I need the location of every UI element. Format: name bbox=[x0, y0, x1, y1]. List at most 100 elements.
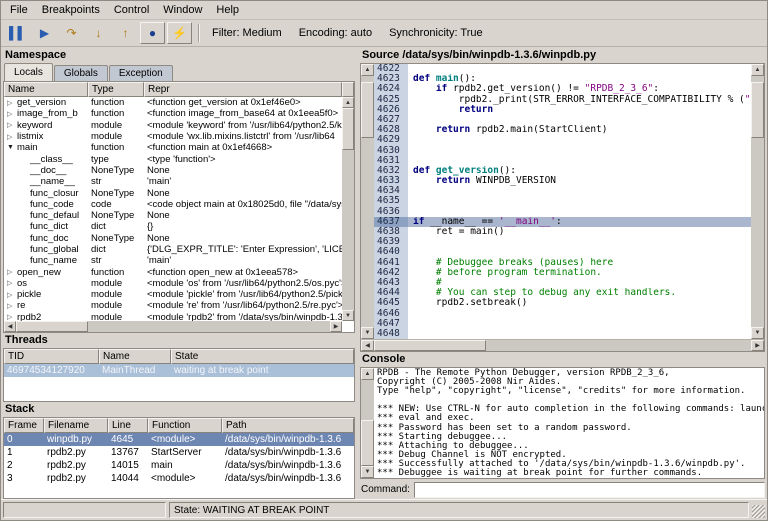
namespace-row[interactable]: re module <module 're' from '/usr/lib64/py… bbox=[4, 300, 342, 311]
scroll-down-icon[interactable] bbox=[361, 327, 374, 339]
namespace-row[interactable]: __name__ str 'main' bbox=[4, 176, 342, 187]
step-over-button[interactable]: ↷ bbox=[59, 22, 84, 44]
exception-button[interactable]: ⚡ bbox=[167, 22, 192, 44]
column-header-type[interactable]: Type bbox=[88, 82, 144, 97]
source-hscrollbar[interactable] bbox=[360, 339, 765, 352]
menu-item-window[interactable]: Window bbox=[156, 2, 209, 18]
namespace-row[interactable]: func_closur NoneType None bbox=[4, 187, 342, 199]
menu-item-help[interactable]: Help bbox=[209, 2, 246, 18]
namespace-row[interactable]: func_global dict {'DLG_EXPR_TITLE': 'Enter… bbox=[4, 244, 342, 255]
tree-collapsed-icon[interactable] bbox=[7, 268, 17, 276]
namespace-row[interactable]: func_doc NoneType None bbox=[4, 233, 342, 244]
menu-item-file[interactable]: File bbox=[3, 2, 35, 18]
scrollbar-thumb[interactable] bbox=[361, 82, 374, 138]
column-header-name[interactable]: Name bbox=[99, 349, 171, 364]
tree-collapsed-icon[interactable] bbox=[7, 291, 17, 299]
namespace-row[interactable]: func_name str 'main' bbox=[4, 255, 342, 266]
cell-path: /data/sys/bin/winpdb-1.3.6 bbox=[225, 447, 342, 458]
namespace-row[interactable]: func_code code <code object main at 0x1802… bbox=[4, 199, 342, 210]
namespace-row[interactable]: pickle module <module 'pickle' from '/usr/… bbox=[4, 289, 342, 300]
tree-collapsed-icon[interactable] bbox=[7, 99, 17, 107]
encoding-toggle-button[interactable]: Encoding: auto bbox=[295, 27, 385, 39]
scroll-right-icon[interactable] bbox=[751, 340, 764, 351]
scrollbar-thumb[interactable] bbox=[342, 108, 354, 150]
namespace-row[interactable]: os module <module 'os' from '/usr/lib64/py… bbox=[4, 278, 342, 289]
resize-grip[interactable] bbox=[752, 505, 765, 518]
thread-row[interactable]: 46974534127920 MainThread waiting at break… bbox=[4, 364, 354, 377]
step-out-button[interactable]: ↑ bbox=[113, 22, 138, 44]
stack-row[interactable]: 0 winpdb.py 4645 <module> /data/sys/bin/winp… bbox=[4, 433, 354, 446]
console-output[interactable]: RPDB - The Remote Python Debugger, versi… bbox=[374, 368, 764, 478]
tree-collapsed-icon[interactable] bbox=[7, 133, 17, 141]
tree-collapsed-icon[interactable] bbox=[7, 110, 17, 118]
tab-globals[interactable]: Globals bbox=[53, 65, 108, 81]
namespace-row[interactable]: __class__ type <type 'function'> bbox=[4, 153, 342, 165]
tree-collapsed-icon[interactable] bbox=[7, 313, 17, 321]
scrollbar-track[interactable] bbox=[361, 380, 374, 466]
scrollbar-track[interactable] bbox=[374, 340, 751, 351]
source-lines[interactable]: 4622 4623 def main(): 4624 if rpdb2.get_ver… bbox=[374, 64, 751, 339]
column-header-function[interactable]: Function bbox=[148, 418, 222, 433]
scrollbar-track[interactable] bbox=[751, 76, 764, 327]
tab-exception[interactable]: Exception bbox=[108, 65, 173, 81]
tree-collapsed-icon[interactable] bbox=[7, 302, 17, 310]
tree-collapsed-icon[interactable] bbox=[7, 121, 17, 129]
namespace-row[interactable]: get_version function <function get_version… bbox=[4, 97, 342, 108]
column-header-repr[interactable]: Repr bbox=[144, 82, 342, 97]
scroll-up-icon[interactable] bbox=[361, 64, 374, 76]
console-scrollbar[interactable] bbox=[361, 368, 374, 478]
scrollbar-track[interactable] bbox=[342, 108, 354, 310]
toggle-breakpoint-button[interactable]: ● bbox=[140, 22, 165, 44]
scrollbar-thumb[interactable] bbox=[361, 420, 374, 466]
scroll-left-icon[interactable] bbox=[361, 340, 374, 351]
scroll-up-icon[interactable] bbox=[361, 368, 374, 380]
scrollbar-thumb[interactable] bbox=[374, 340, 486, 351]
stack-row[interactable]: 3 rpdb2.py 14044 <module> /data/sys/bin/winp… bbox=[4, 472, 354, 485]
tab-locals[interactable]: Locals bbox=[4, 63, 53, 81]
namespace-row[interactable]: func_dict dict {} bbox=[4, 221, 342, 232]
scroll-up-icon[interactable] bbox=[751, 64, 764, 76]
namespace-row[interactable]: keyword module <module 'keyword' from '/us… bbox=[4, 120, 342, 131]
cell-frame: 0 bbox=[7, 434, 13, 445]
synchronicity-toggle-button[interactable]: Synchronicity: True bbox=[385, 27, 496, 39]
column-header-filename[interactable]: Filename bbox=[44, 418, 108, 433]
namespace-row[interactable]: listmix module <module 'wx.lib.mixins.list… bbox=[4, 131, 342, 142]
scroll-down-icon[interactable] bbox=[361, 466, 374, 478]
go-button[interactable]: ▶ bbox=[32, 22, 57, 44]
filter-toggle-button[interactable]: Filter: Medium bbox=[208, 27, 295, 39]
scroll-right-icon[interactable] bbox=[330, 321, 342, 332]
column-header-frame[interactable]: Frame bbox=[4, 418, 44, 433]
scroll-left-icon[interactable] bbox=[4, 321, 16, 332]
scroll-down-icon[interactable] bbox=[342, 310, 354, 321]
scrollbar-track[interactable] bbox=[361, 76, 374, 327]
source-right-scrollbar[interactable] bbox=[751, 64, 764, 339]
namespace-row[interactable]: func_defaul NoneType None bbox=[4, 210, 342, 221]
scrollbar-thumb[interactable] bbox=[16, 321, 88, 332]
namespace-vscrollbar[interactable] bbox=[342, 97, 354, 321]
namespace-row[interactable]: main function <function main at 0x1ef4668> bbox=[4, 142, 342, 153]
scrollbar-thumb[interactable] bbox=[751, 82, 764, 138]
menu-item-control[interactable]: Control bbox=[107, 2, 156, 18]
column-header-state[interactable]: State bbox=[171, 349, 354, 364]
command-input[interactable] bbox=[413, 481, 765, 498]
break-button[interactable]: ▌▌ bbox=[5, 22, 30, 44]
namespace-hscrollbar[interactable] bbox=[4, 321, 342, 332]
column-header-name[interactable]: Name bbox=[4, 82, 88, 97]
column-header-tid[interactable]: TID bbox=[4, 349, 99, 364]
stack-row[interactable]: 2 rpdb2.py 14015 main/data/sys/bin/winpdb-1… bbox=[4, 459, 354, 472]
step-into-button[interactable]: ↓ bbox=[86, 22, 111, 44]
source-left-scrollbar[interactable] bbox=[361, 64, 374, 339]
scroll-up-icon[interactable] bbox=[342, 97, 354, 108]
stack-row[interactable]: 1 rpdb2.py 13767 StartServer/data/sys/bin/w… bbox=[4, 446, 354, 459]
namespace-row[interactable]: open_new function <function open_new at 0x… bbox=[4, 266, 342, 278]
tree-collapsed-icon[interactable] bbox=[7, 279, 17, 287]
scroll-down-icon[interactable] bbox=[751, 327, 764, 339]
scrollbar-track[interactable] bbox=[16, 321, 330, 332]
column-header-line[interactable]: Line bbox=[108, 418, 148, 433]
namespace-row[interactable]: image_from_b function <function image_from… bbox=[4, 108, 342, 119]
menu-item-breakpoints[interactable]: Breakpoints bbox=[35, 2, 107, 18]
namespace-row[interactable]: rpdb2 module <module 'rpdb2' from '/data/s… bbox=[4, 312, 342, 321]
column-header-path[interactable]: Path bbox=[222, 418, 354, 433]
namespace-row[interactable]: __doc__ NoneType None bbox=[4, 165, 342, 176]
tree-expanded-icon[interactable] bbox=[7, 144, 17, 151]
